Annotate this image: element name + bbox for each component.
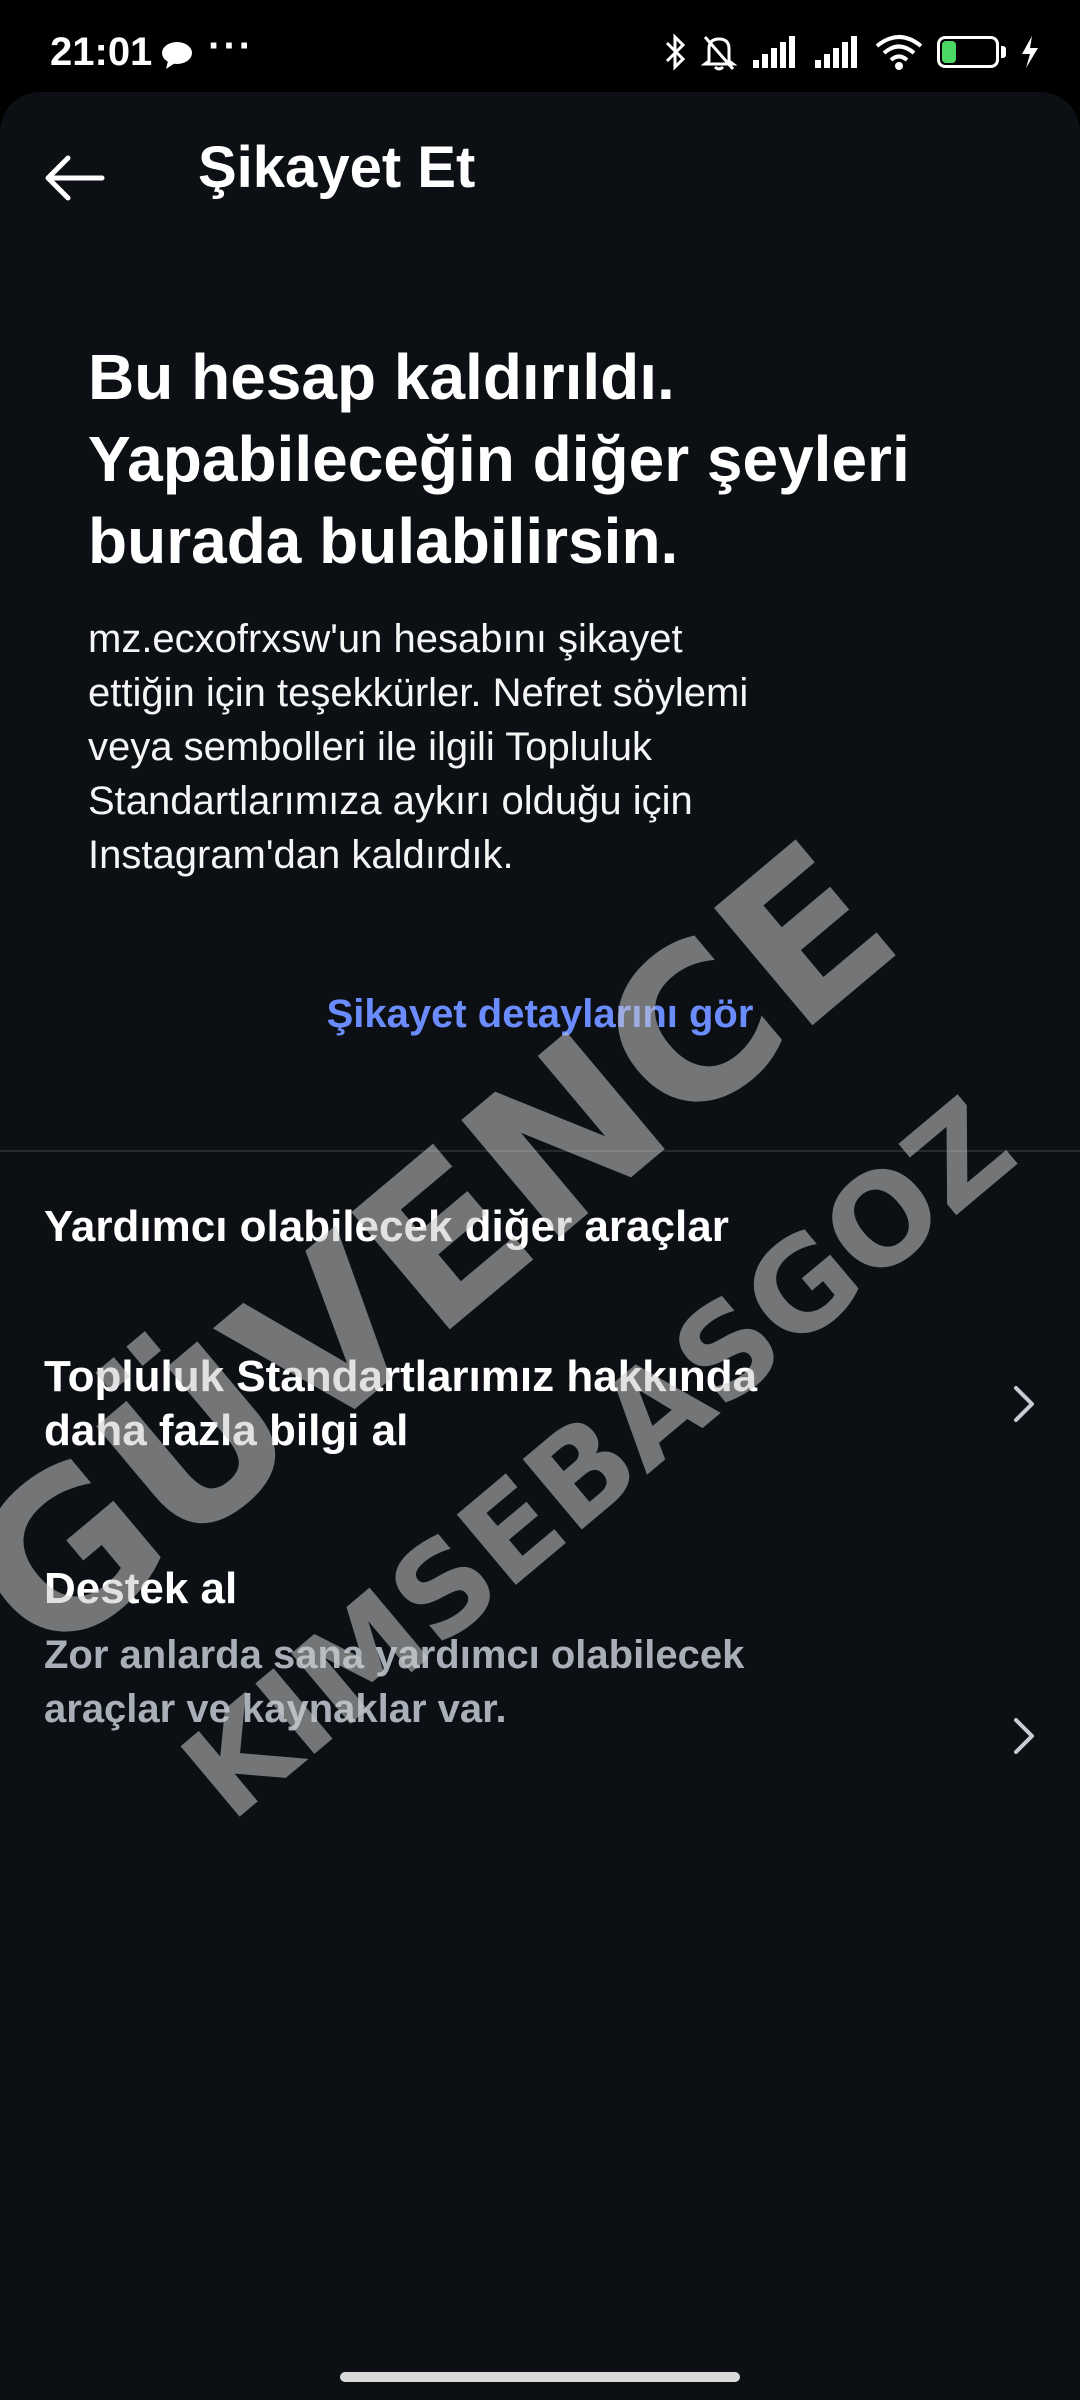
- headline-line: Yapabileceğin diğer şeyleri: [88, 423, 910, 495]
- status-time: 21:01: [50, 30, 153, 74]
- chevron-right-icon: [1014, 1718, 1034, 1754]
- list-item-subtitle-line: araçlar ve kaynaklar var.: [44, 1687, 507, 1731]
- chevron-right-icon: [1014, 1386, 1034, 1422]
- list-item-title: Destek al: [44, 1562, 924, 1616]
- body-line: Instagram'dan kaldırdık.: [88, 833, 514, 877]
- body-line: ettiğin için teşekkürler. Nefret söylemi: [88, 671, 749, 715]
- battery-level-text: 26: [955, 39, 981, 64]
- list-item-community-standards[interactable]: Topluluk Standartlarımız hakkında daha f…: [44, 1350, 1044, 1470]
- tools-section-header: Yardımcı olabilecek diğer araçlar: [44, 1202, 729, 1251]
- status-more-dots: ···: [208, 24, 254, 68]
- headline: Bu hesap kaldırıldı. Yapabileceğin diğer…: [88, 336, 1028, 582]
- report-details-link[interactable]: Şikayet detaylarını gör: [0, 992, 1080, 1037]
- back-arrow-icon[interactable]: [40, 142, 112, 214]
- signal-icon: [753, 36, 795, 68]
- body-line: Standartlarımıza aykırı olduğu için: [88, 779, 693, 823]
- mute-bell-icon: [701, 36, 737, 71]
- report-sheet: Şikayet Et Bu hesap kaldırıldı. Yapabile…: [0, 92, 1080, 2400]
- headline-line: Bu hesap kaldırıldı.: [88, 341, 675, 413]
- battery-icon: 26: [937, 36, 999, 68]
- list-item-get-support[interactable]: Destek al Zor anlarda sana yardımcı olab…: [44, 1562, 1044, 1754]
- bluetooth-icon: [665, 33, 686, 71]
- list-item-subtitle-line: Zor anlarda sana yardımcı olabilecek: [44, 1633, 745, 1677]
- list-item-title-line: daha fazla bilgi al: [44, 1406, 409, 1455]
- divider: [0, 1150, 1080, 1152]
- headline-line: burada bulabilirsin.: [88, 505, 679, 577]
- body-line: mz.ecxofrxsw'un hesabını şikayet: [88, 617, 683, 661]
- status-bar: 21:01 ··· 26: [0, 0, 1080, 100]
- battery-tip: [1001, 46, 1006, 58]
- list-item-subtitle: Zor anlarda sana yardımcı olabilecek ara…: [44, 1628, 924, 1736]
- list-item-title-line: Topluluk Standartlarımız hakkında: [44, 1352, 758, 1401]
- chat-bubble-icon: [162, 42, 192, 69]
- list-item-title: Topluluk Standartlarımız hakkında daha f…: [44, 1350, 924, 1458]
- charging-bolt-icon: [1022, 36, 1038, 68]
- list-item-title-line: Destek al: [44, 1564, 238, 1613]
- page-title: Şikayet Et: [198, 135, 476, 200]
- signal-icon: [815, 36, 857, 68]
- body-line: veya sembolleri ile ilgili Topluluk: [88, 725, 652, 769]
- home-indicator[interactable]: [340, 2372, 740, 2382]
- wifi-icon: [875, 35, 923, 70]
- body-text: mz.ecxofrxsw'un hesabını şikayet ettiğin…: [88, 612, 988, 882]
- status-icons: 26: [663, 30, 1040, 74]
